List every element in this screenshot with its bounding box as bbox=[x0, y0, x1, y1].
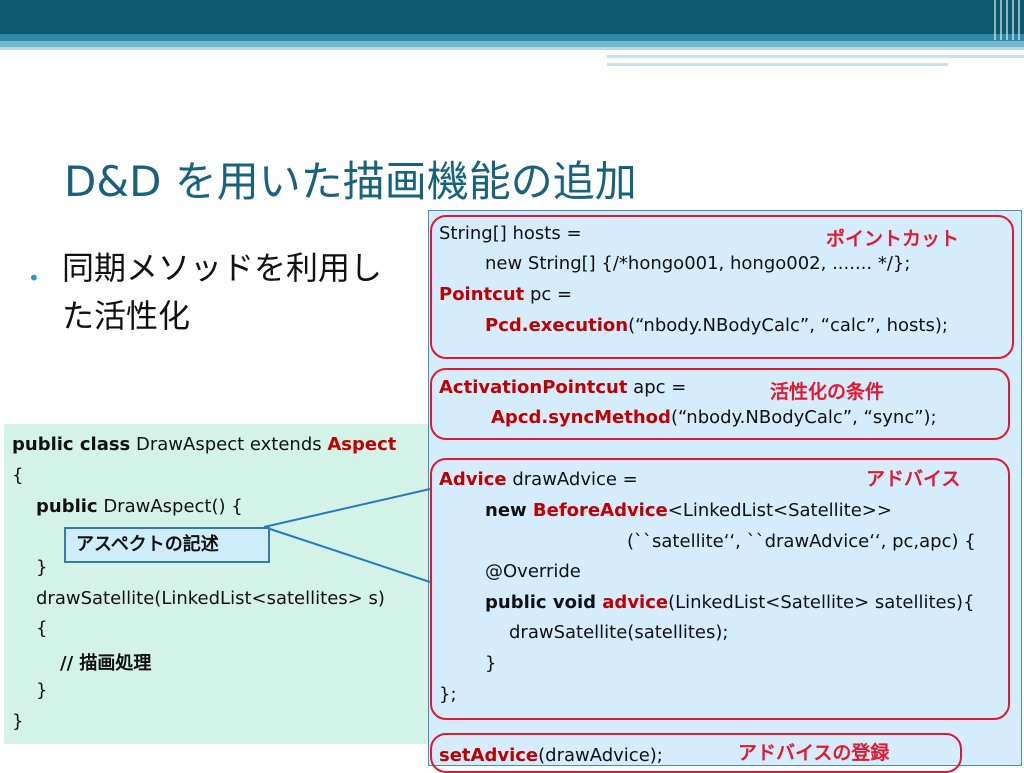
aspect-callout: アスペクトの記述 bbox=[64, 527, 270, 563]
connector-line bbox=[263, 488, 431, 528]
callout-connectors bbox=[263, 488, 431, 583]
connector-line bbox=[263, 526, 431, 583]
